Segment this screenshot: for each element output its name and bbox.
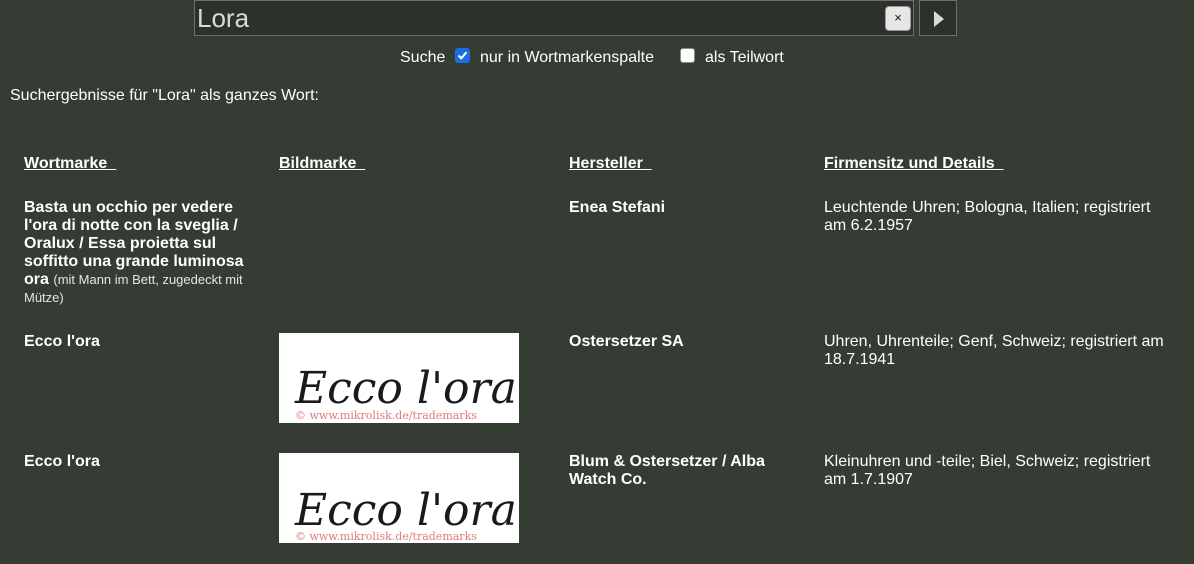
trademark-logo-text: Ecco l'ora bbox=[294, 485, 517, 536]
clear-search-button[interactable]: × bbox=[885, 6, 911, 31]
column-header-label: Bildmarke bbox=[279, 155, 357, 172]
table-row-3-wortmarke: Ecco l'ora bbox=[24, 453, 100, 470]
column-header-label: Firmensitz und Details bbox=[824, 155, 995, 172]
column-header-firmensitz[interactable]: Firmensitz und Details bbox=[824, 155, 1004, 173]
result-summary: Suchergebnisse für "Lora" als ganzes Wor… bbox=[10, 87, 319, 104]
trademark-logo-image: Ecco l'ora © www.mikrolisk.de/trademarks bbox=[279, 333, 519, 423]
table-row-1-wortmarke: Basta un occhio per vedere l'ora di nott… bbox=[24, 199, 256, 307]
column-header-label: Hersteller bbox=[569, 155, 643, 172]
table-row-2-hersteller: Ostersetzer SA bbox=[569, 333, 684, 350]
table-row-2-details: Uhren, Uhrenteile; Genf, Schweiz; regist… bbox=[824, 333, 1164, 368]
wortmarke-note: (mit Mann im Bett, zugedeckt mit Mütze) bbox=[24, 272, 243, 305]
play-triangle-icon bbox=[934, 11, 944, 27]
search-options: Suche nur in Wortmarkenspalte als Teilwo… bbox=[0, 47, 1194, 67]
column-header-wortmarke[interactable]: Wortmarke bbox=[24, 155, 116, 173]
trademark-logo-text: Ecco l'ora bbox=[294, 363, 517, 414]
search-submit-button[interactable] bbox=[919, 0, 957, 36]
teilwort-checkbox[interactable] bbox=[680, 48, 695, 63]
teilwort-label: als Teilwort bbox=[705, 49, 784, 66]
suche-label: Suche bbox=[400, 49, 446, 66]
watermark-text: © www.mikrolisk.de/trademarks bbox=[295, 409, 477, 422]
trademark-logo-image: Ecco l'ora © www.mikrolisk.de/trademarks bbox=[279, 453, 519, 543]
watermark-text: © www.mikrolisk.de/trademarks bbox=[295, 530, 477, 543]
column-header-bildmarke[interactable]: Bildmarke bbox=[279, 155, 365, 173]
search-bar: × bbox=[194, 0, 914, 36]
search-input[interactable] bbox=[195, 1, 875, 35]
table-row-2-wortmarke: Ecco l'ora bbox=[24, 333, 100, 350]
checkmark-icon bbox=[457, 51, 468, 60]
table-row-3-details: Kleinuhren und -teile; Biel, Schweiz; re… bbox=[824, 453, 1151, 488]
wortmarken-only-checkbox[interactable] bbox=[455, 48, 470, 63]
table-row-1-hersteller: Enea Stefani bbox=[569, 199, 666, 216]
table-row-1-details: Leuchtende Uhren; Bologna, Italien; regi… bbox=[824, 199, 1151, 234]
column-header-label: Wortmarke bbox=[24, 155, 108, 172]
column-header-hersteller[interactable]: Hersteller bbox=[569, 155, 652, 173]
table-row-3-hersteller: Blum & Ostersetzer / Alba Watch Co. bbox=[569, 453, 765, 488]
wortmarken-only-label: nur in Wortmarkenspalte bbox=[480, 49, 654, 66]
